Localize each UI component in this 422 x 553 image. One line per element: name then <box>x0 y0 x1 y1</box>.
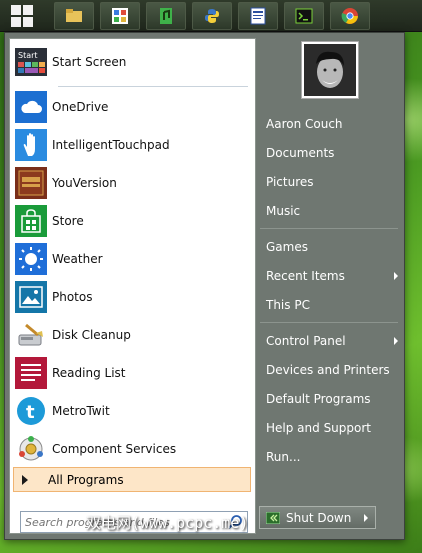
documents-link[interactable]: Documents <box>260 141 404 165</box>
recent-items-link[interactable]: Recent Items <box>260 264 404 288</box>
file-explorer-icon[interactable] <box>54 2 94 30</box>
all-programs-label: All Programs <box>48 472 124 487</box>
program-item-weather[interactable]: Weather <box>15 242 247 276</box>
program-item-onedrive[interactable]: OneDrive <box>15 90 247 124</box>
games-label: Games <box>266 240 308 254</box>
games-link[interactable]: Games <box>260 235 404 259</box>
music-link[interactable]: Music <box>260 199 404 223</box>
component-services-icon <box>15 433 47 465</box>
media-app-icon[interactable] <box>146 2 186 30</box>
program-item-intelligenttouchpad[interactable]: IntelligentTouchpad <box>15 128 247 162</box>
program-label: Store <box>52 214 84 228</box>
program-label: Weather <box>52 252 103 266</box>
control-panel-label: Control Panel <box>266 334 346 348</box>
program-label: Reading List <box>52 366 126 380</box>
pictures-link[interactable]: Pictures <box>260 170 404 194</box>
all-programs-button[interactable]: All Programs <box>13 467 251 492</box>
devices-printers-link[interactable]: Devices and Printers <box>260 358 404 382</box>
default-programs-label: Default Programs <box>266 392 371 406</box>
program-item-youversion[interactable]: YouVersion <box>15 166 247 200</box>
music-label: Music <box>266 204 301 218</box>
shutdown-options-arrow-icon <box>364 513 368 522</box>
program-item-disk-cleanup[interactable]: Disk Cleanup <box>15 318 247 352</box>
user-avatar[interactable] <box>301 41 359 99</box>
expand-arrow-icon <box>22 474 28 485</box>
run-link[interactable]: Run... <box>260 445 404 469</box>
documents-label: Documents <box>266 146 335 160</box>
help-support-label: Help and Support <box>266 421 371 435</box>
pinned-separator <box>58 86 248 87</box>
touchpad-hand-icon <box>15 129 47 161</box>
shutdown-label: Shut Down <box>286 510 352 525</box>
disk-cleanup-icon <box>15 319 47 351</box>
pictures-label: Pictures <box>266 175 314 189</box>
program-label: Disk Cleanup <box>52 328 131 342</box>
python-icon[interactable] <box>192 2 232 30</box>
metrotwit-icon: t <box>15 395 47 427</box>
this-pc-label: This PC <box>266 298 310 312</box>
svg-text:Start: Start <box>18 51 38 60</box>
program-item-store[interactable]: Store <box>15 204 247 238</box>
shutdown-options-button[interactable] <box>357 506 376 529</box>
program-label: MetroTwit <box>52 404 110 418</box>
svg-text:t: t <box>26 402 35 423</box>
weather-sun-icon <box>15 243 47 275</box>
submenu-arrow-icon <box>394 337 398 345</box>
submenu-arrow-icon <box>394 272 398 280</box>
terminal-icon[interactable] <box>284 2 324 30</box>
recent-items-label: Recent Items <box>266 269 345 283</box>
start-screen-item[interactable]: Start Start Screen <box>15 45 247 79</box>
onedrive-icon <box>15 91 47 123</box>
shutdown-button[interactable]: Shut Down <box>259 506 359 529</box>
program-label: OneDrive <box>52 100 109 114</box>
reading-list-icon <box>15 357 47 389</box>
this-pc-link[interactable]: This PC <box>260 293 404 317</box>
control-panel-link[interactable]: Control Panel <box>260 329 404 353</box>
photos-icon <box>15 281 47 313</box>
run-label: Run... <box>266 450 301 464</box>
program-item-metrotwit[interactable]: t MetroTwit <box>15 394 247 428</box>
program-item-component-services[interactable]: Component Services <box>15 432 247 466</box>
program-item-reading-list[interactable]: Reading List <box>15 356 247 390</box>
bible-icon <box>15 167 47 199</box>
document-app-icon[interactable] <box>238 2 278 30</box>
devices-printers-label: Devices and Printers <box>266 363 390 377</box>
default-programs-link[interactable]: Default Programs <box>260 387 404 411</box>
program-item-photos[interactable]: Photos <box>15 280 247 314</box>
chrome-icon[interactable] <box>330 2 370 30</box>
start-button[interactable] <box>4 2 40 29</box>
user-photo-icon <box>304 44 356 96</box>
user-name-link[interactable]: Aaron Couch <box>260 112 404 136</box>
start-screen-icon: Start <box>15 46 47 78</box>
store-bag-icon <box>15 205 47 237</box>
program-label: Photos <box>52 290 93 304</box>
right-separator <box>260 228 398 229</box>
user-name-label: Aaron Couch <box>266 117 343 131</box>
program-label: YouVersion <box>52 176 117 190</box>
help-support-link[interactable]: Help and Support <box>260 416 404 440</box>
apps-grid-icon[interactable] <box>100 2 140 30</box>
shutdown-icon <box>266 511 280 524</box>
start-screen-label: Start Screen <box>52 55 127 69</box>
taskbar <box>0 0 422 32</box>
program-label: Component Services <box>52 442 177 456</box>
watermark-text: 双电网(www.pcpc.me) <box>86 514 249 532</box>
right-separator <box>260 322 398 323</box>
start-menu: Start Start Screen OneDrive IntelligentT… <box>4 32 405 540</box>
program-label: IntelligentTouchpad <box>52 138 170 152</box>
programs-pane: Start Start Screen OneDrive IntelligentT… <box>9 38 256 534</box>
windows-logo-icon <box>11 4 33 27</box>
